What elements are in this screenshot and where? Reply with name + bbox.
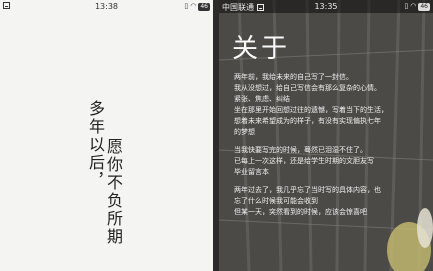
left-phone-screen: 13:38 ▯ ◠ 46 多年以后， 愿你不负所期 [0, 0, 213, 271]
status-right: ▯ ◠ 46 [404, 2, 430, 11]
text-line: 想着未来希望成为的样子，有没有实现偏执七年 [234, 117, 381, 125]
poem-line-1: 多年以后， [86, 100, 105, 190]
page-title: 关于 [232, 34, 291, 64]
status-bar: 中国联通 13:35 ▯ ◠ 46 [219, 0, 433, 13]
text-line: 毕业留言本 [234, 168, 269, 176]
about-body: 两年前，我给未来的自己写了一封信。 我从没想过，给自己写信会有那么复杂的心情。 … [234, 72, 428, 218]
status-bar: 13:38 ▯ ◠ 46 [0, 0, 213, 13]
text-line: 但某一天，突然看到的时候，应该会惊喜吧 [234, 208, 367, 216]
paragraph-2: 当我快要写完的时候，蓦然已泪湿不住了。 已每上一次这样，还是给学生时期的文胆友写… [234, 145, 428, 178]
text-line: 当我快要写完的时候，蓦然已泪湿不住了。 [234, 146, 367, 154]
text-line: 坐在那里开始回想过往的遗憾，写着当下的生活， [234, 106, 388, 114]
wifi-icon: ◠ [410, 2, 417, 10]
text-line: 忘了什么时候我可能会收到 [234, 197, 318, 205]
paragraph-1: 两年前，我给未来的自己写了一封信。 我从没想过，给自己写信会有那么复杂的心情。 … [234, 72, 428, 138]
text-line: 已每上一次这样，还是给学生时期的文胆友写 [234, 157, 374, 165]
paragraph-3: 两年过去了，我几乎忘了当时写的具体内容，也 忘了什么时候我可能会收到 但某一天，… [234, 185, 428, 218]
status-time: 13:35 [314, 2, 338, 11]
vibrate-icon: ▯ [184, 2, 189, 10]
battery-icon: 46 [198, 2, 210, 11]
status-right: ▯ ◠ 46 [184, 2, 210, 11]
text-line: 两年前，我给未来的自己写了一封信。 [234, 73, 353, 81]
text-line: 紧张、焦虑、纠结 [234, 95, 290, 103]
battery-icon: 46 [418, 2, 430, 11]
text-line: 的梦想 [234, 128, 255, 136]
text-line: 两年过去了，我几乎忘了当时写的具体内容，也 [234, 186, 381, 194]
vibrate-icon: ▯ [404, 2, 409, 10]
status-time: 13:38 [94, 2, 119, 11]
wifi-icon: ◠ [190, 2, 197, 10]
text-line: 我从没想过，给自己写信会有那么复杂的心情。 [234, 84, 381, 92]
right-phone-screen: 中国联通 13:35 ▯ ◠ 46 关于 两年前，我给未来的自己写了一封信。 我… [219, 0, 433, 271]
poem-line-2: 愿你不负所期 [104, 138, 123, 246]
